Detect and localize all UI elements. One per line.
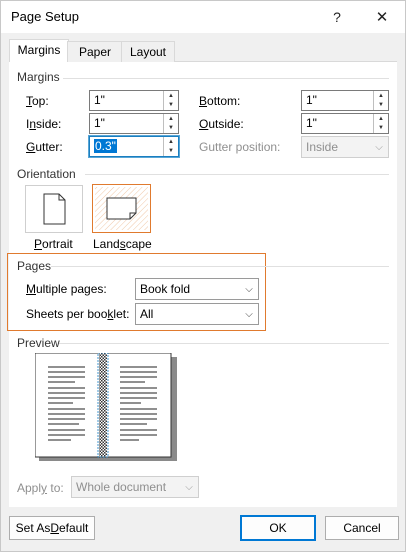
title-bar: Page Setup ? ✕ xyxy=(1,1,405,33)
chevron-down-icon: ⌵ xyxy=(375,141,383,153)
gutter-spinner[interactable]: 0.3" ▲ ▼ xyxy=(88,135,180,158)
outside-margin-spinner[interactable]: 1" ▲ ▼ xyxy=(301,113,389,134)
spin-up-icon[interactable]: ▲ xyxy=(374,114,388,123)
spin-down-icon[interactable]: ▼ xyxy=(374,123,388,132)
orientation-separator xyxy=(85,174,389,175)
portrait-button[interactable] xyxy=(25,185,83,233)
sheets-per-booklet-select[interactable]: All ⌵ xyxy=(135,303,259,325)
cancel-button[interactable]: Cancel xyxy=(325,516,399,540)
bottom-label: Bottom: xyxy=(199,94,241,108)
outside-margin-value: 1" xyxy=(306,116,317,130)
multiple-pages-label: Multiple pages: xyxy=(26,282,107,296)
portrait-page-icon xyxy=(43,193,66,225)
gutter-position-label: Gutter position: xyxy=(199,140,281,154)
bottom-margin-value: 1" xyxy=(306,93,317,107)
chevron-down-icon: ⌵ xyxy=(245,308,253,320)
booklet-preview-icon xyxy=(34,352,177,461)
inside-label: Inside: xyxy=(26,117,62,131)
spin-down-icon[interactable]: ▼ xyxy=(164,123,178,132)
help-button[interactable]: ? xyxy=(322,4,352,30)
close-button[interactable]: ✕ xyxy=(367,4,397,30)
bottom-margin-spinner[interactable]: 1" ▲ ▼ xyxy=(301,90,389,111)
spin-up-icon[interactable]: ▲ xyxy=(164,137,178,146)
pages-separator xyxy=(51,266,389,267)
spin-down-icon[interactable]: ▼ xyxy=(164,146,178,155)
window-title: Page Setup xyxy=(11,9,79,24)
spin-up-icon[interactable]: ▲ xyxy=(374,91,388,100)
pages-group-label: Pages xyxy=(17,259,52,273)
gutter-position-value: Inside xyxy=(306,140,339,154)
landscape-label: Landscape xyxy=(93,237,152,251)
tab-paper[interactable]: Paper xyxy=(67,41,123,62)
margins-group-label: Margins xyxy=(17,70,60,84)
gutter-label: Gutter: xyxy=(26,140,63,154)
chevron-down-icon: ⌵ xyxy=(185,481,193,493)
sheets-per-booklet-label: Sheets per booklet: xyxy=(26,307,130,321)
close-icon: ✕ xyxy=(375,9,389,26)
top-label: Top: xyxy=(26,94,49,108)
landscape-button[interactable] xyxy=(92,184,151,233)
apply-to-value: Whole document xyxy=(76,480,167,494)
page-setup-dialog: Page Setup ? ✕ Margins Paper Layout Marg… xyxy=(0,0,406,552)
chevron-down-icon: ⌵ xyxy=(245,283,253,295)
sheets-per-booklet-value: All xyxy=(140,307,154,321)
set-as-default-button[interactable]: Set As Default xyxy=(9,516,95,540)
orientation-group-label: Orientation xyxy=(17,167,76,181)
tab-layout[interactable]: Layout xyxy=(121,41,175,62)
gutter-value: 0.3" xyxy=(94,139,117,153)
spin-up-icon[interactable]: ▲ xyxy=(164,91,178,100)
gutter-position-select[interactable]: Inside ⌵ xyxy=(301,136,389,158)
outside-label: Outside: xyxy=(199,117,244,131)
landscape-page-icon xyxy=(95,187,148,230)
preview-group-label: Preview xyxy=(17,336,60,350)
help-icon: ? xyxy=(333,9,341,25)
margins-separator xyxy=(63,78,389,79)
spin-down-icon[interactable]: ▼ xyxy=(164,100,178,109)
multiple-pages-value: Book fold xyxy=(140,282,191,296)
ok-button[interactable]: OK xyxy=(240,515,316,541)
tab-margins[interactable]: Margins xyxy=(9,39,69,63)
spin-up-icon[interactable]: ▲ xyxy=(164,114,178,123)
apply-to-label: Apply to: xyxy=(17,481,64,495)
inside-margin-value: 1" xyxy=(94,116,105,130)
spin-down-icon[interactable]: ▼ xyxy=(374,100,388,109)
preview-separator xyxy=(59,343,389,344)
apply-to-select[interactable]: Whole document ⌵ xyxy=(71,476,199,498)
booklet-preview xyxy=(34,352,177,464)
inside-margin-spinner[interactable]: 1" ▲ ▼ xyxy=(89,113,179,134)
top-margin-spinner[interactable]: 1" ▲ ▼ xyxy=(89,90,179,111)
top-margin-value: 1" xyxy=(94,93,105,107)
portrait-label: Portrait xyxy=(34,237,73,251)
multiple-pages-select[interactable]: Book fold ⌵ xyxy=(135,278,259,300)
